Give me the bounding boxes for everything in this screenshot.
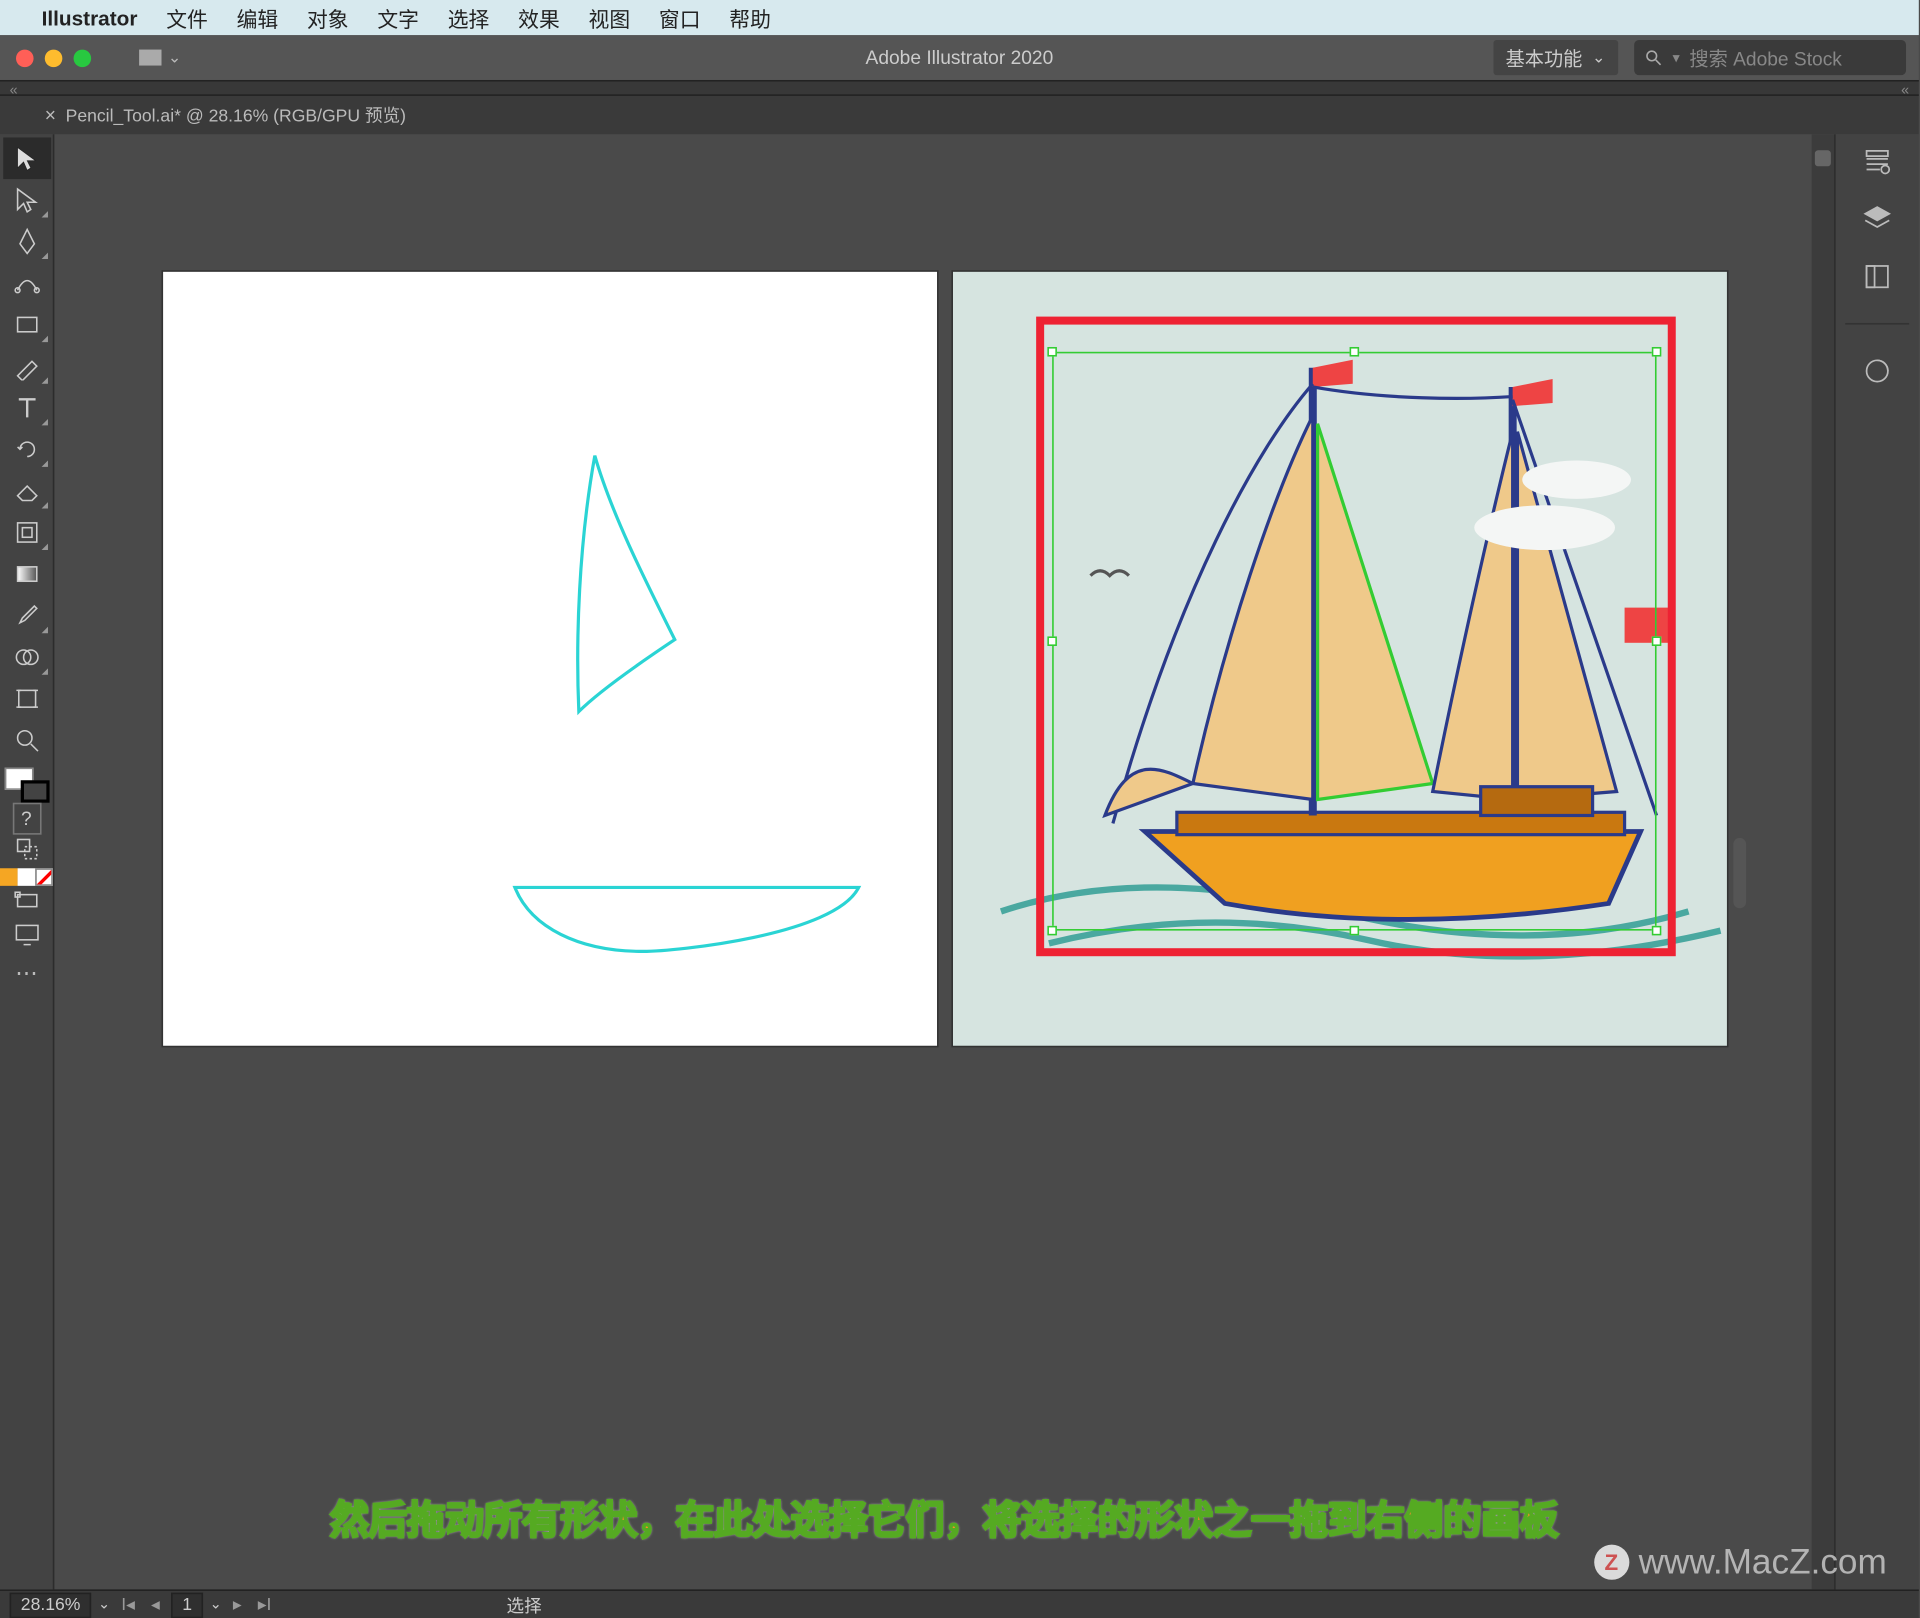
menu-object[interactable]: 对象 — [307, 2, 349, 32]
rectangle-tool[interactable] — [2, 304, 50, 346]
menu-select[interactable]: 选择 — [448, 2, 490, 32]
width-tool[interactable] — [2, 512, 50, 554]
document-tab-label[interactable]: Pencil_Tool.ai* @ 28.16% (RGB/GPU 预览) — [66, 102, 406, 128]
zoom-chevron-icon[interactable]: ⌄ — [98, 1596, 110, 1614]
menu-file[interactable]: 文件 — [166, 2, 208, 32]
window-controls[interactable] — [0, 49, 91, 67]
rotate-tool[interactable] — [2, 429, 50, 471]
search-placeholder: 搜索 Adobe Stock — [1689, 44, 1842, 71]
shape-builder-tool[interactable] — [2, 636, 50, 678]
search-stock-input[interactable]: ▾ 搜索 Adobe Stock — [1634, 40, 1906, 75]
close-tab-button[interactable]: × — [45, 104, 56, 126]
current-tool-label: 选择 — [506, 1592, 541, 1618]
eraser-tool[interactable] — [2, 470, 50, 512]
minimize-window-button[interactable] — [45, 49, 63, 67]
last-artboard-button[interactable]: ▸I — [253, 1594, 276, 1615]
pen-tool[interactable] — [2, 221, 50, 263]
libraries-panel-icon[interactable] — [1860, 259, 1895, 294]
status-bar: 28.16% ⌄ I◂ ◂ 1 ⌄ ▸ ▸I 选择 — [0, 1589, 1919, 1618]
appearance-panel-icon[interactable] — [1860, 353, 1895, 388]
menu-help[interactable]: 帮助 — [729, 2, 771, 32]
eyedropper-tool[interactable] — [2, 595, 50, 637]
properties-panel-icon[interactable] — [1860, 144, 1895, 179]
menu-view[interactable]: 视图 — [589, 2, 631, 32]
first-artboard-button[interactable]: I◂ — [117, 1594, 140, 1615]
drawing-mode-icon[interactable] — [2, 835, 50, 864]
zoom-level-field[interactable]: 28.16% — [10, 1592, 92, 1618]
artboard-index-field[interactable]: 1 — [171, 1592, 203, 1618]
workspace-main: ? ⋯ — [0, 134, 1919, 1589]
workspace-label: 基本功能 — [1506, 44, 1583, 71]
fill-stroke-swatch[interactable] — [4, 768, 49, 803]
gradient-tool[interactable] — [2, 553, 50, 595]
right-panel-strip — [1834, 134, 1919, 1589]
tutorial-instruction-text: 然后拖动所有形状，在此处选择它们，将选择的形状之一拖到右侧的画板 — [54, 1489, 1834, 1545]
artboard-2[interactable] — [952, 272, 1726, 1046]
color-mode-row[interactable] — [0, 868, 53, 886]
edit-help-toggle[interactable]: ? — [12, 803, 41, 835]
next-artboard-button[interactable]: ▸ — [228, 1594, 246, 1615]
artboard-1[interactable] — [162, 272, 936, 1046]
search-icon — [1644, 48, 1663, 67]
document-tab-bar: × Pencil_Tool.ai* @ 28.16% (RGB/GPU 预览) — [0, 96, 1919, 134]
vertical-scrollbar[interactable] — [1812, 134, 1834, 1589]
change-screen-icon[interactable] — [2, 918, 50, 950]
artboard-1-content — [162, 272, 936, 1046]
selection-tool[interactable] — [2, 138, 50, 180]
artboard-tool[interactable] — [2, 678, 50, 720]
paintbrush-tool[interactable] — [2, 345, 50, 387]
menu-window[interactable]: 窗口 — [659, 2, 701, 32]
expand-right-icon[interactable]: « — [1892, 82, 1919, 95]
direct-selection-tool[interactable] — [2, 179, 50, 221]
type-tool[interactable] — [2, 387, 50, 429]
panel-drag-handle[interactable] — [1733, 838, 1746, 908]
stroke-swatch[interactable] — [20, 780, 49, 802]
menu-effect[interactable]: 效果 — [518, 2, 560, 32]
zoom-window-button[interactable] — [74, 49, 92, 67]
app-menu[interactable]: Illustrator — [42, 6, 138, 30]
app-title: Adobe Illustrator 2020 — [866, 46, 1054, 68]
expand-left-icon[interactable]: « — [0, 82, 27, 95]
canvas-area[interactable]: 然后拖动所有形状，在此处选择它们，将选择的形状之一拖到右侧的画板 — [54, 134, 1834, 1589]
panel-expand-bar[interactable]: « « — [0, 80, 1919, 96]
app-titlebar: ⌄ Adobe Illustrator 2020 基本功能 ⌄ ▾ 搜索 Ado… — [0, 35, 1919, 80]
menu-edit[interactable]: 编辑 — [237, 2, 279, 32]
screen-mode-icon[interactable] — [2, 886, 50, 918]
tool-panel: ? ⋯ — [0, 134, 54, 1589]
prev-artboard-button[interactable]: ◂ — [146, 1594, 164, 1615]
chevron-down-icon: ⌄ — [1592, 49, 1605, 67]
curvature-tool[interactable] — [2, 262, 50, 304]
layers-panel-icon[interactable] — [1860, 201, 1895, 236]
arrange-documents-button[interactable]: ⌄ — [139, 49, 181, 67]
mac-menubar: Illustrator 文件 编辑 对象 文字 选择 效果 视图 窗口 帮助 — [0, 0, 1919, 35]
edit-toolbar-button[interactable]: ⋯ — [15, 959, 37, 986]
workspace-switcher[interactable]: 基本功能 ⌄ — [1493, 40, 1618, 75]
zoom-tool[interactable] — [2, 720, 50, 762]
close-window-button[interactable] — [16, 49, 34, 67]
selection-bounding-box[interactable] — [1051, 352, 1655, 931]
artboard-chevron-icon[interactable]: ⌄ — [210, 1596, 222, 1614]
menu-type[interactable]: 文字 — [377, 2, 419, 32]
